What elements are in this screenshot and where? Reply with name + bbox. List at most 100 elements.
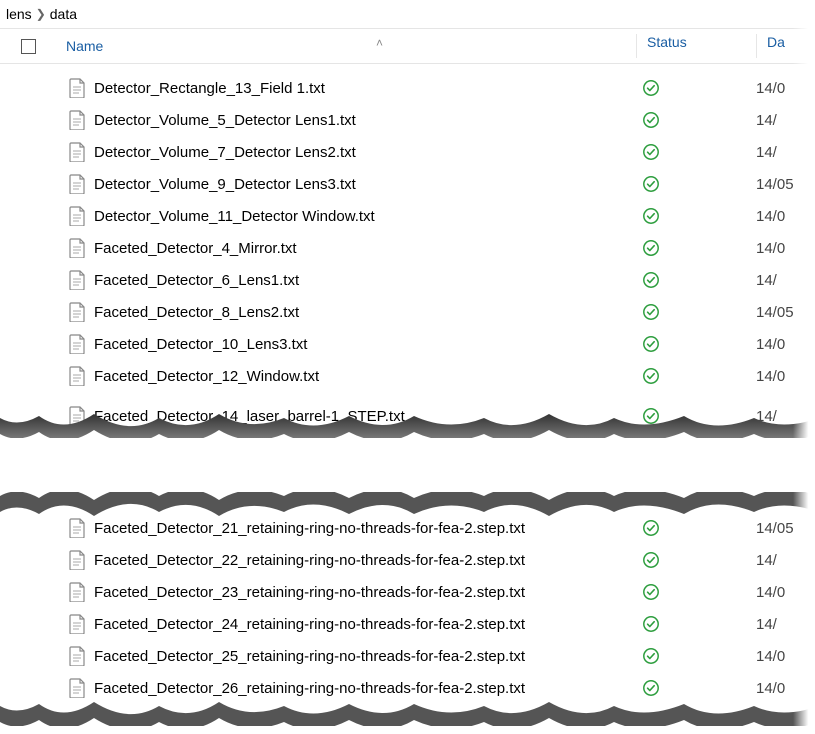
table-row[interactable]: Faceted_Detector_4_Mirror.txt 14/0 (0, 232, 815, 264)
date-cell: 14/ (756, 112, 815, 129)
select-all-checkbox[interactable] (21, 39, 36, 54)
table-row[interactable]: Detector_Volume_11_Detector Window.txt14… (0, 200, 815, 232)
text-file-icon (68, 302, 86, 322)
breadcrumb-segment[interactable]: lens (6, 6, 32, 22)
status-cell (636, 679, 756, 697)
file-name: Detector_Rectangle_13_Field 1.txt (94, 80, 325, 97)
status-cell (636, 303, 756, 321)
text-file-icon (68, 174, 86, 194)
name-cell[interactable]: Faceted_Detector_22_retaining-ring-no-th… (56, 550, 636, 570)
table-row[interactable]: Detector_Volume_7_Detector Lens2.txt14/ (0, 136, 815, 168)
date-cell: 14/0 (756, 80, 815, 97)
status-cell (636, 583, 756, 601)
name-cell[interactable]: Faceted_Detector_10_Lens3.txt (56, 334, 636, 354)
torn-edge (0, 494, 815, 508)
text-file-icon (68, 366, 86, 386)
table-row[interactable]: Detector_Rectangle_13_Field 1.txt 14/0 (0, 72, 815, 104)
sync-ok-icon (642, 303, 660, 321)
torn-edge (0, 410, 815, 424)
column-header-name[interactable]: Name (66, 38, 103, 54)
status-cell (636, 335, 756, 353)
column-header-status[interactable]: Status (647, 34, 687, 50)
status-cell (636, 143, 756, 161)
date-cell: 14/0 (756, 584, 815, 601)
file-name: Faceted_Detector_10_Lens3.txt (94, 336, 307, 353)
status-cell (636, 239, 756, 257)
name-cell[interactable]: Faceted_Detector_6_Lens1.txt (56, 270, 636, 290)
date-cell: 14/ (756, 616, 815, 633)
file-name: Faceted_Detector_25_retaining-ring-no-th… (94, 648, 525, 665)
date-cell: 14/0 (756, 368, 815, 385)
table-row[interactable]: Faceted_Detector_25_retaining-ring-no-th… (0, 640, 815, 672)
status-cell (636, 615, 756, 633)
table-row[interactable]: Faceted_Detector_22_retaining-ring-no-th… (0, 544, 815, 576)
date-cell: 14/0 (756, 240, 815, 257)
name-cell[interactable]: Detector_Volume_11_Detector Window.txt (56, 206, 636, 226)
sync-ok-icon (642, 207, 660, 225)
status-cell (636, 207, 756, 225)
name-cell[interactable]: Faceted_Detector_8_Lens2.txt (56, 302, 636, 322)
date-cell: 14/0 (756, 648, 815, 665)
name-cell[interactable]: Faceted_Detector_26_retaining-ring-no-th… (56, 678, 636, 698)
file-name: Faceted_Detector_24_retaining-ring-no-th… (94, 616, 525, 633)
name-cell[interactable]: Detector_Volume_7_Detector Lens2.txt (56, 142, 636, 162)
sort-indicator-icon: ˄ (376, 36, 383, 50)
status-cell (636, 647, 756, 665)
table-row[interactable]: Faceted_Detector_6_Lens1.txt 14/ (0, 264, 815, 296)
text-file-icon (68, 582, 86, 602)
sync-ok-icon (642, 647, 660, 665)
sync-ok-icon (642, 143, 660, 161)
file-name: Faceted_Detector_6_Lens1.txt (94, 272, 299, 289)
text-file-icon (68, 78, 86, 98)
text-file-icon (68, 550, 86, 570)
column-header-row: Name ˄ Status Da (0, 28, 815, 64)
file-name: Faceted_Detector_21_retaining-ring-no-th… (94, 520, 525, 537)
name-cell[interactable]: Faceted_Detector_4_Mirror.txt (56, 238, 636, 258)
breadcrumb-segment[interactable]: data (50, 6, 77, 22)
file-name: Faceted_Detector_26_retaining-ring-no-th… (94, 680, 525, 697)
file-name: Faceted_Detector_4_Mirror.txt (94, 240, 297, 257)
breadcrumb: lens ❯ data (0, 0, 815, 28)
sync-ok-icon (642, 583, 660, 601)
table-row[interactable]: Faceted_Detector_24_retaining-ring-no-th… (0, 608, 815, 640)
table-row[interactable]: Faceted_Detector_8_Lens2.txt 14/05 (0, 296, 815, 328)
status-cell (636, 367, 756, 385)
text-file-icon (68, 614, 86, 634)
name-cell[interactable]: Faceted_Detector_25_retaining-ring-no-th… (56, 646, 636, 666)
name-cell[interactable]: Detector_Rectangle_13_Field 1.txt (56, 78, 636, 98)
table-row[interactable]: Faceted_Detector_10_Lens3.txt14/0 (0, 328, 815, 360)
text-file-icon (68, 142, 86, 162)
sync-ok-icon (642, 679, 660, 697)
name-cell[interactable]: Faceted_Detector_12_Window.txt (56, 366, 636, 386)
file-name: Detector_Volume_11_Detector Window.txt (94, 208, 375, 225)
text-file-icon (68, 110, 86, 130)
file-name: Detector_Volume_7_Detector Lens2.txt (94, 144, 356, 161)
table-row[interactable]: Detector_Volume_9_Detector Lens3.txt14/0… (0, 168, 815, 200)
text-file-icon (68, 206, 86, 226)
file-list: Faceted_Detector_21_retaining-ring-no-th… (0, 504, 815, 704)
sync-ok-icon (642, 79, 660, 97)
file-name: Faceted_Detector_22_retaining-ring-no-th… (94, 552, 525, 569)
name-cell[interactable]: Detector_Volume_9_Detector Lens3.txt (56, 174, 636, 194)
chevron-right-icon: ❯ (36, 7, 46, 21)
date-cell: 14/05 (756, 304, 815, 321)
file-name: Detector_Volume_5_Detector Lens1.txt (94, 112, 356, 129)
sync-ok-icon (642, 239, 660, 257)
file-name: Faceted_Detector_8_Lens2.txt (94, 304, 299, 321)
table-row[interactable]: Faceted_Detector_23_retaining-ring-no-th… (0, 576, 815, 608)
date-cell: 14/05 (756, 520, 815, 537)
text-file-icon (68, 646, 86, 666)
table-row[interactable]: Detector_Volume_5_Detector Lens1.txt 14/ (0, 104, 815, 136)
sync-ok-icon (642, 335, 660, 353)
name-cell[interactable]: Faceted_Detector_24_retaining-ring-no-th… (56, 614, 636, 634)
status-cell (636, 175, 756, 193)
date-cell: 14/ (756, 272, 815, 289)
column-header-date[interactable]: Da (767, 34, 785, 50)
sync-ok-icon (642, 271, 660, 289)
name-cell[interactable]: Faceted_Detector_23_retaining-ring-no-th… (56, 582, 636, 602)
sync-ok-icon (642, 175, 660, 193)
table-row[interactable]: Faceted_Detector_12_Window.txt 14/0 (0, 360, 815, 392)
file-list: Detector_Rectangle_13_Field 1.txt14/0Det… (0, 64, 815, 392)
name-cell[interactable]: Detector_Volume_5_Detector Lens1.txt (56, 110, 636, 130)
status-cell (636, 551, 756, 569)
